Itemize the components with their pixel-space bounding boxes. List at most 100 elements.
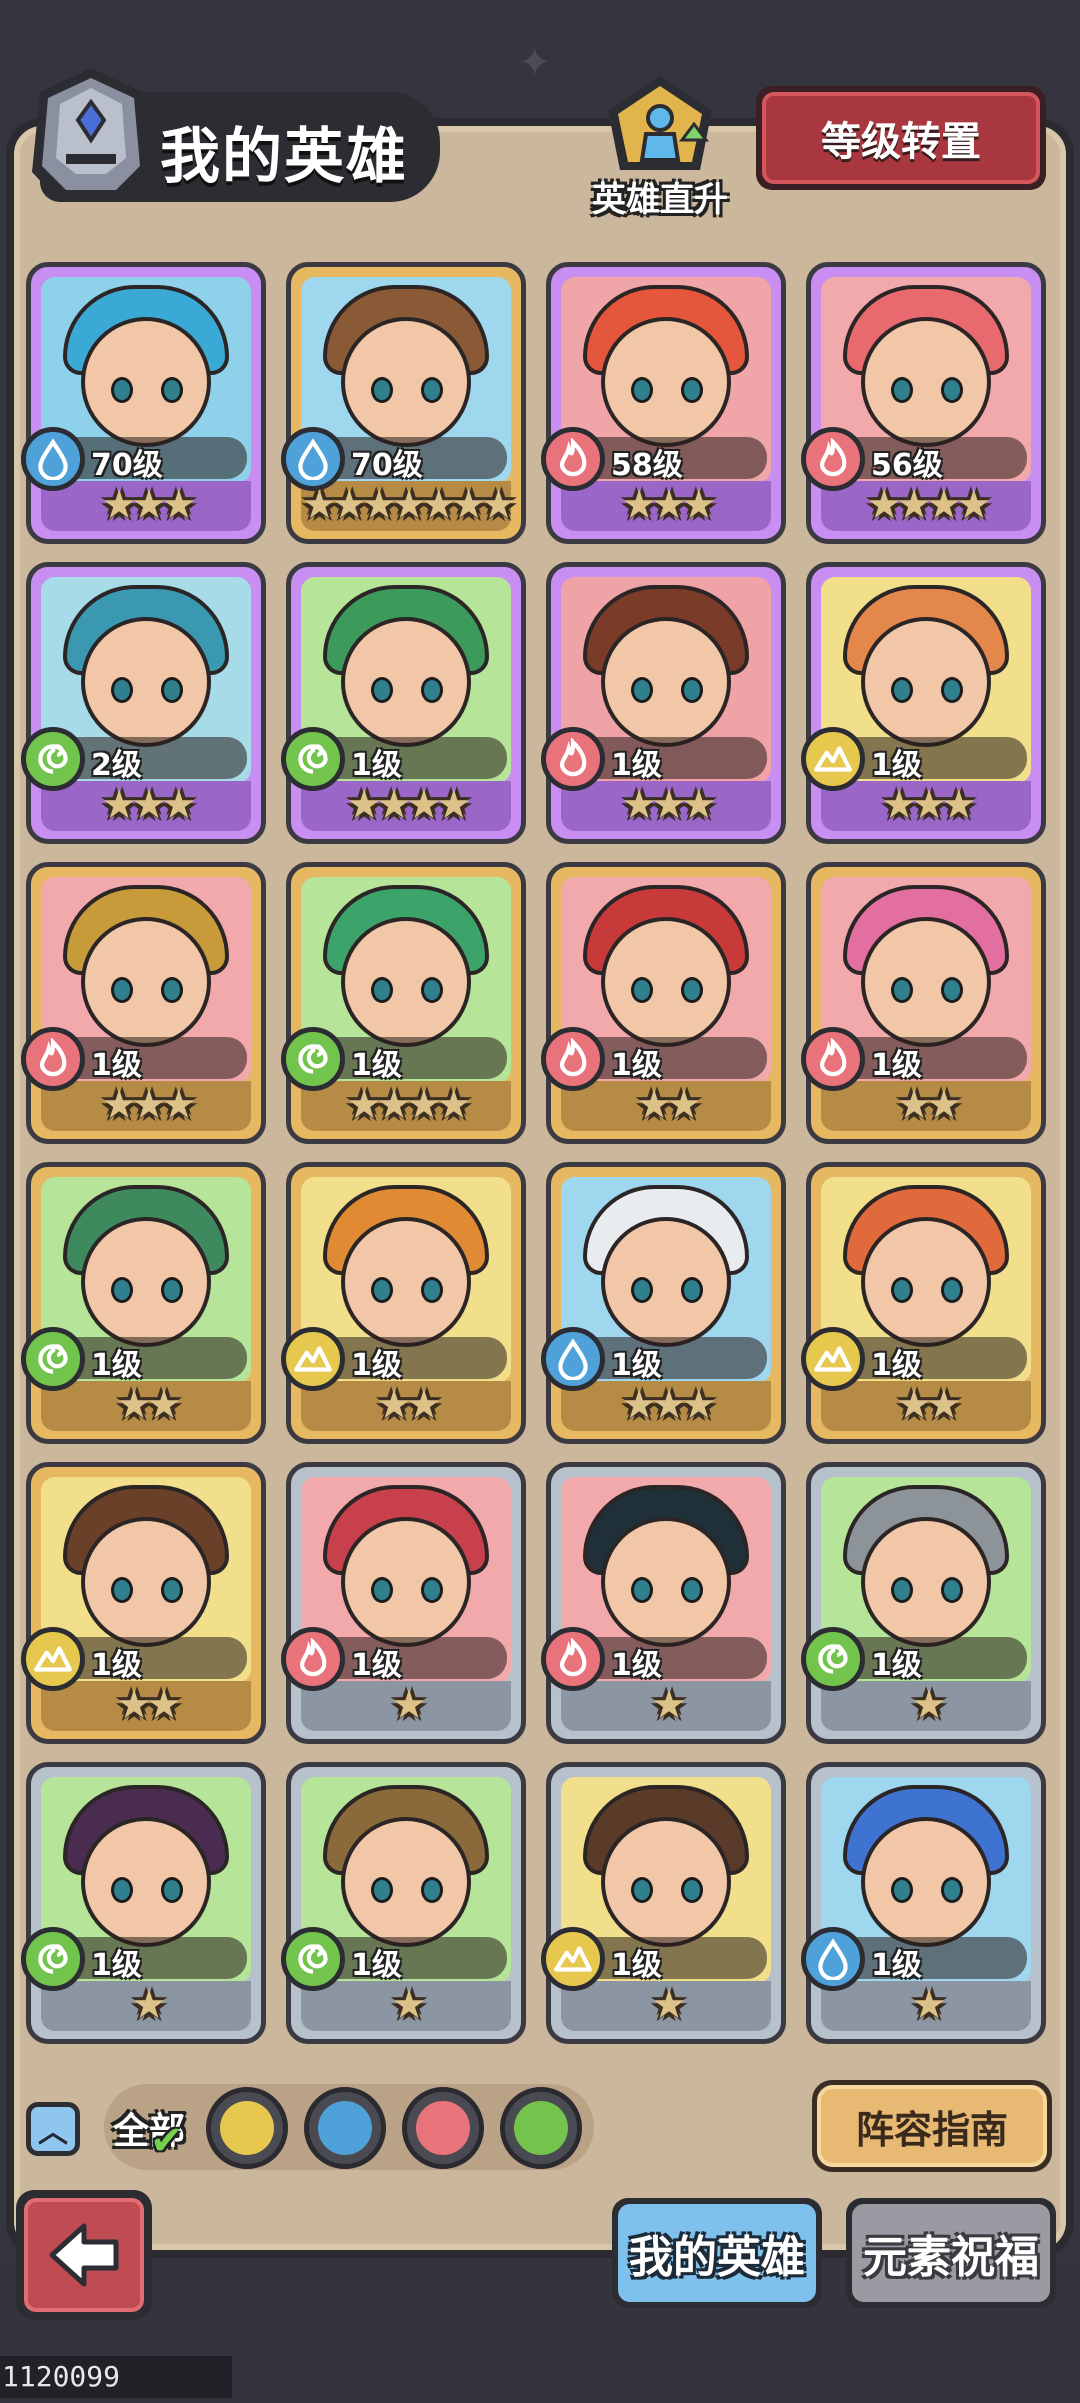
- hero-face: [81, 617, 211, 747]
- level-reset-label: 等级转置: [762, 92, 1040, 184]
- hero-card[interactable]: 1级 ★★★: [541, 1162, 786, 1444]
- back-button[interactable]: [16, 2190, 152, 2320]
- hero-card[interactable]: 1级 ★★: [21, 1162, 266, 1444]
- earth-element-icon: [21, 1627, 85, 1691]
- hero-level: 1级: [91, 1948, 142, 1983]
- hero-stars: ★★★: [101, 782, 197, 828]
- hero-stars: ★: [911, 1982, 947, 2028]
- hero-eye: [111, 1277, 133, 1303]
- filter-earth-button[interactable]: [206, 2087, 288, 2169]
- hero-card[interactable]: 1级 ★★: [281, 1162, 526, 1444]
- hero-card[interactable]: 1级 ★★★: [801, 562, 1046, 844]
- hero-card[interactable]: 1级 ★★: [541, 862, 786, 1144]
- hero-card[interactable]: 58级 ★★★: [541, 262, 786, 544]
- hero-face: [81, 917, 211, 1047]
- hero-eye: [161, 977, 183, 1003]
- hero-stars: ★★★★★★★: [301, 482, 516, 528]
- hero-eye: [941, 1277, 963, 1303]
- hero-card[interactable]: 70级 ★★★★★★★: [281, 262, 526, 544]
- hero-stars: ★★★: [621, 782, 717, 828]
- level-bar: [61, 737, 247, 779]
- hero-card[interactable]: 1级 ★: [281, 1462, 526, 1744]
- fire-element-icon: [541, 1627, 605, 1691]
- hero-direct-upgrade-button[interactable]: 英雄直升: [580, 70, 740, 220]
- hero-card[interactable]: 1级 ★: [541, 1762, 786, 2044]
- wind-element-icon: [801, 1627, 865, 1691]
- hero-face: [861, 1217, 991, 1347]
- hero-card[interactable]: 1级 ★★★★: [281, 862, 526, 1144]
- hero-face: [81, 1217, 211, 1347]
- collapse-filter-button[interactable]: ︿: [26, 2102, 80, 2156]
- hero-face: [601, 1217, 731, 1347]
- hero-eye: [161, 377, 183, 403]
- hero-card[interactable]: 1级 ★★★: [21, 862, 266, 1144]
- hero-level: 1级: [871, 1948, 922, 1983]
- earth-element-icon: [801, 1327, 865, 1391]
- hero-eye: [371, 977, 393, 1003]
- hero-eye: [111, 1877, 133, 1903]
- hero-level: 1级: [351, 748, 402, 783]
- hero-card[interactable]: 1级 ★: [21, 1762, 266, 2044]
- hero-eye: [681, 1577, 703, 1603]
- hero-card[interactable]: 1级 ★: [541, 1462, 786, 1744]
- level-reset-button[interactable]: 等级转置: [756, 86, 1046, 190]
- level-bar: [61, 1937, 247, 1979]
- hero-face: [861, 1517, 991, 1647]
- hero-card[interactable]: 1级 ★★: [801, 1162, 1046, 1444]
- hero-level: 1级: [871, 1348, 922, 1383]
- hero-eye: [681, 677, 703, 703]
- hero-card[interactable]: 56级 ★★★★: [801, 262, 1046, 544]
- hero-face: [861, 1817, 991, 1947]
- fire-element-icon: [416, 2101, 470, 2155]
- hero-eye: [681, 1277, 703, 1303]
- hero-eye: [681, 977, 703, 1003]
- hero-eye: [421, 377, 443, 403]
- hero-eye: [891, 377, 913, 403]
- fire-element-icon: [541, 1027, 605, 1091]
- hero-card[interactable]: 1级 ★: [801, 1762, 1046, 2044]
- hero-eye: [421, 677, 443, 703]
- hero-stars: ★★: [636, 1082, 702, 1128]
- hero-card[interactable]: 1级 ★: [801, 1462, 1046, 1744]
- lineup-guide-button[interactable]: 阵容指南: [812, 2080, 1052, 2172]
- hero-card[interactable]: 1级 ★★: [21, 1462, 266, 1744]
- filter-water-button[interactable]: [304, 2087, 386, 2169]
- hero-level: 1级: [611, 1648, 662, 1683]
- hero-eye: [421, 977, 443, 1003]
- hero-eye: [631, 677, 653, 703]
- hero-card[interactable]: 2级 ★★★: [21, 562, 266, 844]
- helmet-icon: [32, 68, 150, 202]
- hero-face: [341, 1217, 471, 1347]
- hero-card[interactable]: 1级 ★★: [801, 862, 1046, 1144]
- sparkle-icon: ✦: [518, 40, 552, 86]
- hero-face: [601, 1817, 731, 1947]
- level-bar: [581, 1937, 767, 1979]
- hero-stars: ★★: [376, 1382, 442, 1428]
- filter-fire-button[interactable]: [402, 2087, 484, 2169]
- hero-level: 1级: [351, 1048, 402, 1083]
- tab-my-heroes[interactable]: 我的英雄: [612, 2198, 822, 2308]
- hero-eye: [941, 977, 963, 1003]
- hero-face: [601, 317, 731, 447]
- level-bar: [61, 1637, 247, 1679]
- hero-eye: [681, 377, 703, 403]
- hero-card[interactable]: 1级 ★: [281, 1762, 526, 2044]
- hero-face: [601, 917, 731, 1047]
- tab-element-blessing[interactable]: 元素祝福: [846, 2198, 1056, 2308]
- fire-element-icon: [541, 727, 605, 791]
- hero-eye: [111, 1577, 133, 1603]
- hero-level: 70级: [351, 448, 423, 483]
- hero-stars: ★: [391, 1682, 427, 1728]
- hero-level: 1级: [91, 1048, 142, 1083]
- hero-card[interactable]: 1级 ★★★: [541, 562, 786, 844]
- hero-card[interactable]: 70级 ★★★: [21, 262, 266, 544]
- level-bar: [321, 1037, 507, 1079]
- hero-card[interactable]: 1级 ★★★★: [281, 562, 526, 844]
- water-element-icon: [318, 2101, 372, 2155]
- wind-element-icon: [21, 727, 85, 791]
- hero-level: 1级: [611, 1048, 662, 1083]
- filter-wind-button[interactable]: [500, 2087, 582, 2169]
- level-bar: [841, 1037, 1027, 1079]
- hero-stars: ★: [391, 1982, 427, 2028]
- hero-stars: ★★★★: [866, 482, 991, 528]
